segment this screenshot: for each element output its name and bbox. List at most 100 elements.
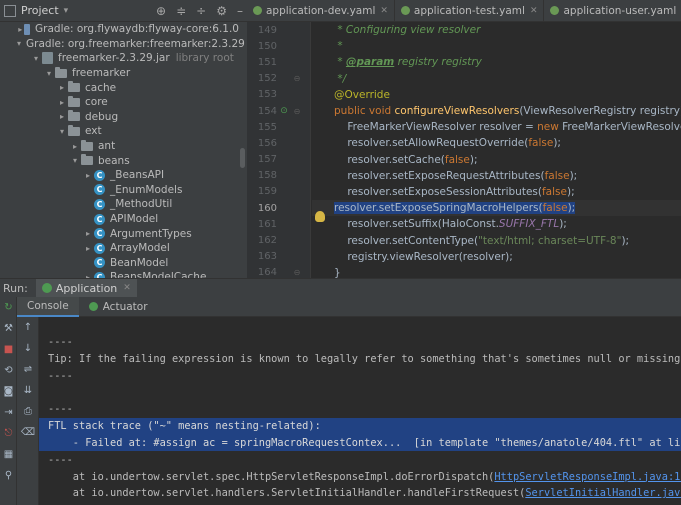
code-line[interactable]: resolver.setExposeSessionAttributes(fals…	[312, 184, 681, 200]
code-line[interactable]: resolver.setContentType("text/html; char…	[312, 232, 681, 248]
expand-all-icon[interactable]: ÷	[196, 4, 206, 18]
chevron-right-icon[interactable]: ▸	[56, 112, 68, 121]
tree-item[interactable]: ▾ ext	[0, 124, 239, 139]
tree-item[interactable]: ▸ ant	[0, 139, 239, 154]
chevron-down-icon[interactable]: ▾	[17, 39, 21, 48]
code-line[interactable]: resolver.setSuffix(HaloConst. SUFFIX_FTL)…	[312, 216, 681, 232]
rerun-icon[interactable]: ↻	[0, 297, 17, 318]
code-line[interactable]: *	[312, 38, 681, 54]
chevron-right-icon[interactable]: ▸	[82, 244, 94, 253]
tree-item[interactable]: C BeanModel	[0, 256, 239, 271]
close-icon[interactable]: ✕	[530, 6, 538, 16]
tab-actuator[interactable]: Actuator	[79, 297, 158, 317]
print-icon[interactable]: ⎙	[17, 401, 39, 422]
tree-item[interactable]: ▾ freemarker-2.3.29.jar library root	[0, 51, 239, 66]
collapse-all-icon[interactable]: ≑	[176, 4, 186, 18]
console-line[interactable]: ----	[39, 367, 681, 384]
exit-icon[interactable]: ⎋	[0, 423, 17, 444]
tree-scrollbar[interactable]	[240, 148, 245, 168]
code-line[interactable]: }	[312, 265, 681, 278]
add-icon[interactable]: ⊕	[156, 4, 166, 18]
chevron-right-icon[interactable]: ▸	[69, 142, 81, 151]
code-line[interactable]: FreeMarkerViewResolver resolver = new Fr…	[312, 119, 681, 135]
stack-trace-link[interactable]: HttpServletResponseImpl.java:198	[494, 471, 681, 483]
editor-tab[interactable]: application-user.yaml✕	[544, 0, 681, 21]
stop-icon[interactable]: ■	[0, 339, 17, 360]
console-line[interactable]: Tip: If the failing expression is known …	[39, 351, 681, 368]
tree-item[interactable]: ▸ C ArrayModel	[0, 241, 239, 256]
tree-item[interactable]: ▸ core	[0, 95, 239, 110]
tree-item[interactable]: C APIModel	[0, 212, 239, 227]
editor-tab[interactable]: application-dev.yaml ✕	[247, 0, 395, 21]
code-line[interactable]: public void configureViewResolvers (ViewR…	[312, 103, 681, 119]
project-title[interactable]: Project	[21, 4, 59, 17]
console-line[interactable]	[39, 384, 681, 401]
editor-gutter: 149 150 151 152 ⊖ 153 154 ⊙ ⊖ 155 156 157 158 159 160 1…	[247, 22, 311, 278]
console-line[interactable]: at io.undertow.servlet.handlers.ServletI…	[39, 485, 681, 502]
tree-item[interactable]: ▸ cache	[0, 80, 239, 95]
console-output[interactable]: ---- Tip: If the failing expression is kn…	[39, 317, 681, 505]
tree-item[interactable]: ▾ beans	[0, 153, 239, 168]
tree-item[interactable]: C _EnumModels	[0, 183, 239, 198]
console-line[interactable]: at io.undertow.servlet.spec.HttpServletR…	[39, 468, 681, 485]
stack-trace-link[interactable]: ServletInitialHandler.java:276	[525, 487, 681, 499]
editor-tab[interactable]: application-test.yaml ✕	[395, 0, 545, 21]
override-icon[interactable]: ⊙	[277, 106, 291, 116]
tree-item[interactable]: ▸ C ArgumentTypes	[0, 226, 239, 241]
code-line[interactable]: * @param registry registry	[312, 54, 681, 70]
gear-icon[interactable]: ⚙	[216, 4, 227, 18]
console-line[interactable]: ----	[39, 401, 681, 418]
run-tab-application[interactable]: Application ✕	[35, 279, 137, 297]
scroll-to-end-icon[interactable]: ⇊	[17, 380, 39, 401]
code-line[interactable]: resolver.setExposeSpringMacroHelpers(fal…	[312, 200, 681, 217]
camera-icon[interactable]: ◙	[0, 381, 17, 402]
chevron-right-icon[interactable]: ▸	[56, 98, 68, 107]
tree-item[interactable]: C _MethodUtil	[0, 197, 239, 212]
code-line[interactable]: registry.viewResolver(resolver);	[312, 249, 681, 265]
console-line[interactable]: - Failed at: #assign ac = springMacroReq…	[39, 434, 681, 452]
tree-item[interactable]: ▾ Gradle: org.freemarker:freemarker:2.3.2…	[0, 37, 245, 52]
code-area[interactable]: * Configuring view resolver * * @param r…	[312, 22, 681, 278]
tree-item[interactable]: ▸ Gradle: org.flywaydb:flyway-core:6.1.0	[0, 22, 239, 37]
tree-item[interactable]: ▾ freemarker	[0, 66, 239, 81]
tree-item[interactable]: ▸ C BeansModelCache	[0, 270, 239, 278]
chevron-down-icon[interactable]: ▾	[69, 156, 81, 165]
code-line[interactable]: @Override	[312, 87, 681, 103]
chevron-right-icon[interactable]: ▸	[82, 171, 94, 180]
run-sub-tabs: Console Actuator	[17, 296, 681, 317]
console-line[interactable]: ----	[39, 451, 681, 468]
project-header: Project ▾ ⊕ ≑ ÷ ⚙ –	[0, 0, 247, 22]
close-icon[interactable]: ✕	[380, 6, 388, 16]
tree-item[interactable]: ▸ debug	[0, 110, 239, 125]
wrench-icon[interactable]: ⚒	[0, 318, 17, 339]
code-line[interactable]: resolver.setAllowRequestOverride(false);	[312, 135, 681, 151]
console-line[interactable]	[39, 317, 681, 334]
pin-icon[interactable]: ⚲	[0, 465, 17, 486]
code-line[interactable]: * Configuring view resolver	[312, 22, 681, 38]
code-line[interactable]: resolver.setCache(false);	[312, 152, 681, 168]
layout-icon[interactable]: ▦	[0, 444, 17, 465]
chevron-down-icon[interactable]: ▾	[56, 127, 68, 136]
chevron-right-icon[interactable]: ▸	[17, 25, 24, 34]
tree-item-label: ext	[85, 125, 102, 138]
lightbulb-icon[interactable]	[315, 211, 325, 222]
console-line[interactable]: FTL stack trace ("~" means nesting-relat…	[39, 417, 681, 435]
chevron-down-icon[interactable]: ▾	[43, 69, 55, 78]
chevron-right-icon[interactable]: ▸	[82, 229, 94, 238]
arrow-down-icon[interactable]: ↓	[17, 338, 39, 359]
close-icon[interactable]: ✕	[123, 283, 131, 293]
arrow-up-icon[interactable]: ↑	[17, 317, 39, 338]
minimize-icon[interactable]: –	[237, 4, 243, 18]
chevron-down-icon[interactable]: ▾	[30, 54, 42, 63]
login-icon[interactable]: ⇥	[0, 402, 17, 423]
soft-wrap-icon[interactable]: ⇌	[17, 359, 39, 380]
restart-icon[interactable]: ⟲	[0, 360, 17, 381]
tab-console[interactable]: Console	[17, 296, 79, 317]
tree-item[interactable]: ▸ C _BeansAPI	[0, 168, 239, 183]
chevron-right-icon[interactable]: ▸	[56, 83, 68, 92]
trash-icon[interactable]: ⌫	[17, 422, 39, 443]
chevron-down-icon[interactable]: ▾	[64, 6, 69, 16]
code-line[interactable]: resolver.setExposeRequestAttributes(fals…	[312, 168, 681, 184]
code-line[interactable]: */	[312, 71, 681, 87]
console-line[interactable]: ----	[39, 334, 681, 351]
